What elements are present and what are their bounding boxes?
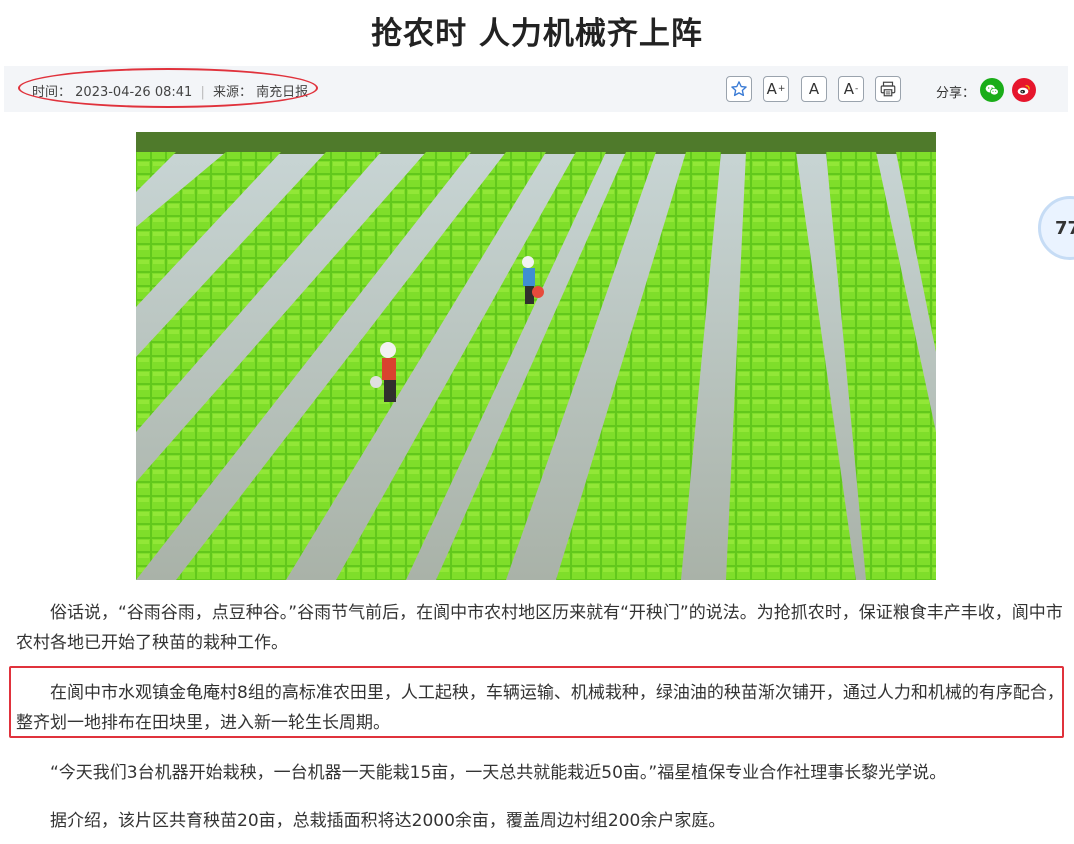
font-decrease-label: A [843, 80, 854, 98]
rice-field-photo [136, 132, 936, 580]
font-normal-label: A [808, 80, 820, 98]
share-label: 分享： [936, 86, 976, 101]
meta-highlight-oval [18, 68, 318, 108]
font-decrease-button[interactable]: A- [838, 76, 864, 102]
share-wechat-button[interactable] [980, 78, 1004, 102]
article-paragraph-3: “今天我们3台机器开始栽秧，一台机器一天能栽15亩，一天总共就能栽近50亩。”福… [50, 763, 947, 783]
font-increase-label: A [766, 80, 777, 98]
weibo-icon [1017, 85, 1030, 95]
printer-icon [880, 81, 896, 97]
float-counter-badge[interactable]: 77 [1038, 196, 1074, 260]
wechat-icon [985, 84, 999, 96]
article-paragraph-4: 据介绍，该片区共育秧苗20亩，总栽插面积将达2000余亩，覆盖周边村组200余户… [50, 811, 726, 831]
article-meta-bar: 时间： 2023-04-26 08:41 | 来源： 南充日报 A + A A- … [4, 66, 1068, 112]
rice-field-image [136, 132, 936, 580]
star-icon [731, 81, 747, 97]
favorite-button[interactable] [726, 76, 752, 102]
article-title: 抢农时 人力机械齐上阵 [371, 16, 703, 52]
article-paragraph-1: 俗话说，“谷雨谷雨，点豆种谷。”谷雨节气前后，在阆中市农村地区历来就有“开秧门”… [16, 603, 1063, 653]
font-increase-button[interactable]: A + [763, 76, 789, 102]
print-button[interactable] [875, 76, 901, 102]
share-weibo-button[interactable] [1012, 78, 1036, 102]
paragraph-highlight-box [9, 666, 1064, 738]
font-normal-button[interactable]: A [801, 76, 827, 102]
